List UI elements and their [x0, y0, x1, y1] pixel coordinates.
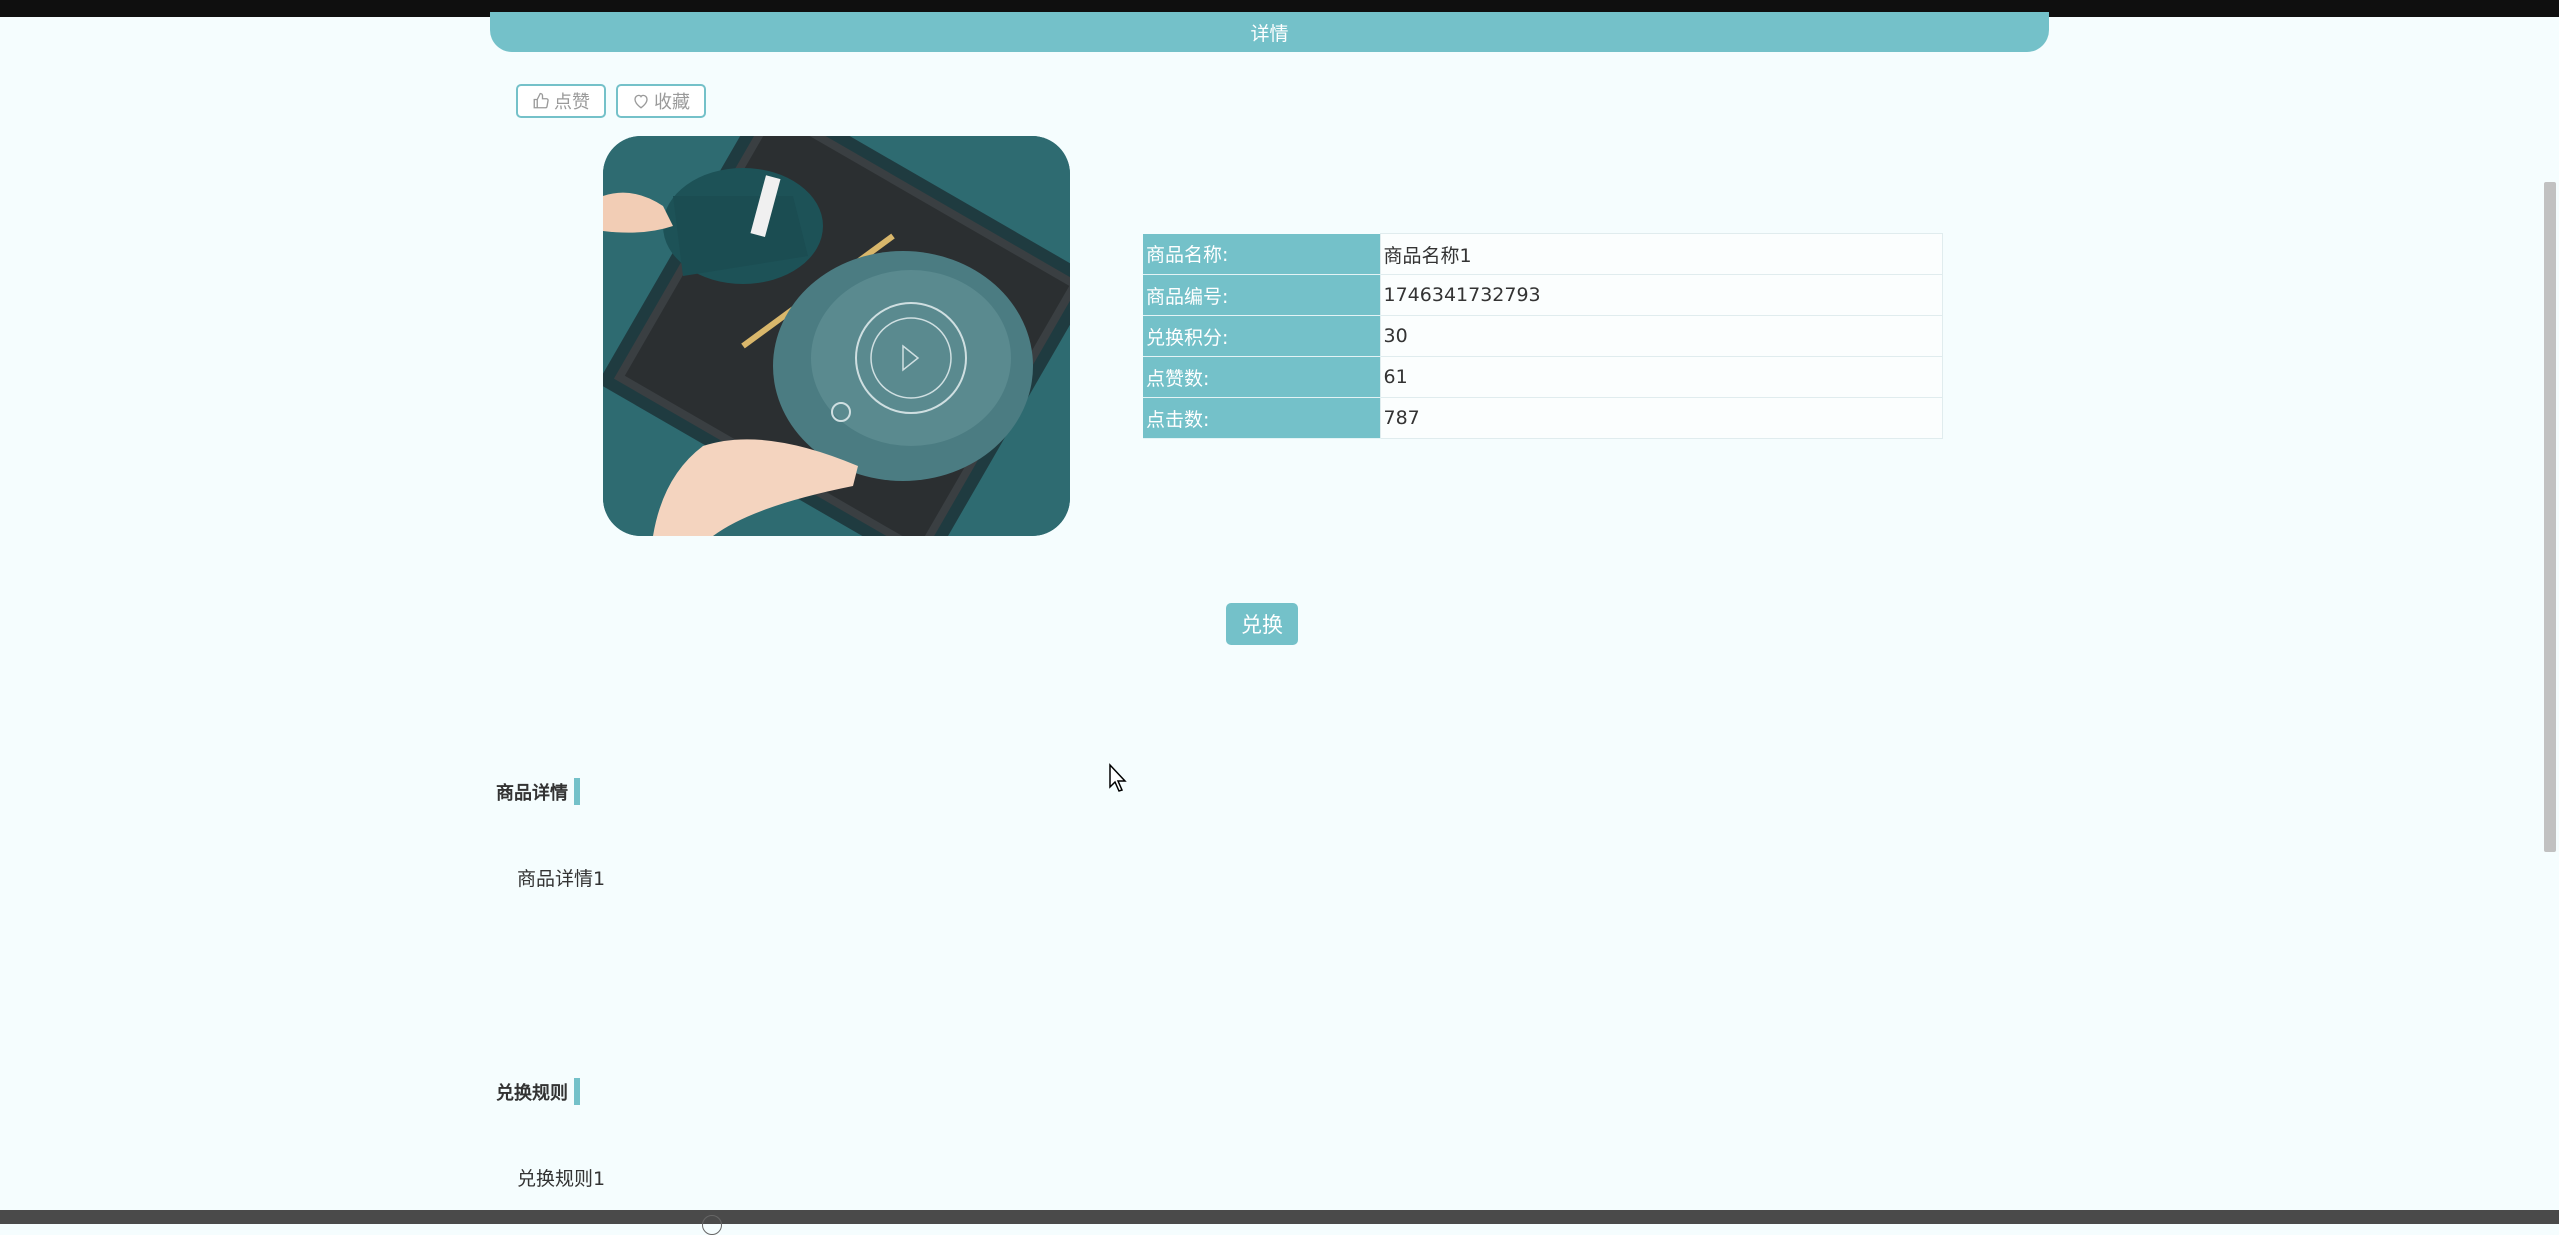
info-value: 61: [1379, 356, 1943, 398]
info-label: 商品编号:: [1143, 274, 1380, 316]
window-bottom-bar: [0, 1210, 2559, 1235]
info-value: 30: [1379, 315, 1943, 357]
page-header: 详情: [490, 12, 2049, 52]
scrollbar-thumb[interactable]: [2544, 182, 2556, 852]
details-section-title: 商品详情: [496, 778, 580, 805]
product-image: [603, 136, 1070, 536]
favorite-label: 收藏: [654, 92, 690, 113]
page-title: 详情: [1250, 22, 1289, 45]
info-label: 点赞数:: [1143, 356, 1380, 398]
like-button[interactable]: 点赞: [516, 84, 606, 118]
info-row-points: 兑换积分: 30: [1143, 315, 1943, 357]
favorite-button[interactable]: 收藏: [616, 84, 706, 118]
info-value: 787: [1379, 397, 1943, 439]
info-value: 1746341732793: [1379, 274, 1943, 316]
details-content: 商品详情1: [517, 868, 606, 890]
section-accent-bar: [574, 778, 580, 805]
info-label: 点击数:: [1143, 397, 1380, 439]
taskbar-dot: [702, 1215, 722, 1235]
rules-content: 兑换规则1: [517, 1168, 606, 1190]
info-label: 兑换积分:: [1143, 315, 1380, 357]
like-label: 点赞: [554, 92, 590, 113]
exchange-button[interactable]: 兑换: [1226, 603, 1298, 645]
heart-icon: [634, 94, 648, 109]
rules-section-title: 兑换规则: [496, 1078, 580, 1105]
mouse-cursor-icon: [1109, 763, 1127, 792]
info-value: 商品名称1: [1379, 233, 1943, 275]
details-title-text: 商品详情: [496, 782, 568, 804]
info-row-likes: 点赞数: 61: [1143, 356, 1943, 398]
thumbs-up-icon: [533, 92, 549, 109]
info-row-name: 商品名称: 商品名称1: [1143, 233, 1943, 275]
info-label: 商品名称:: [1143, 233, 1380, 275]
info-row-code: 商品编号: 1746341732793: [1143, 274, 1943, 316]
rules-title-text: 兑换规则: [496, 1082, 568, 1104]
info-row-clicks: 点击数: 787: [1143, 397, 1943, 439]
product-info-table: 商品名称: 商品名称1 商品编号: 1746341732793 兑换积分: 30…: [1143, 233, 1943, 439]
section-accent-bar: [574, 1078, 580, 1105]
